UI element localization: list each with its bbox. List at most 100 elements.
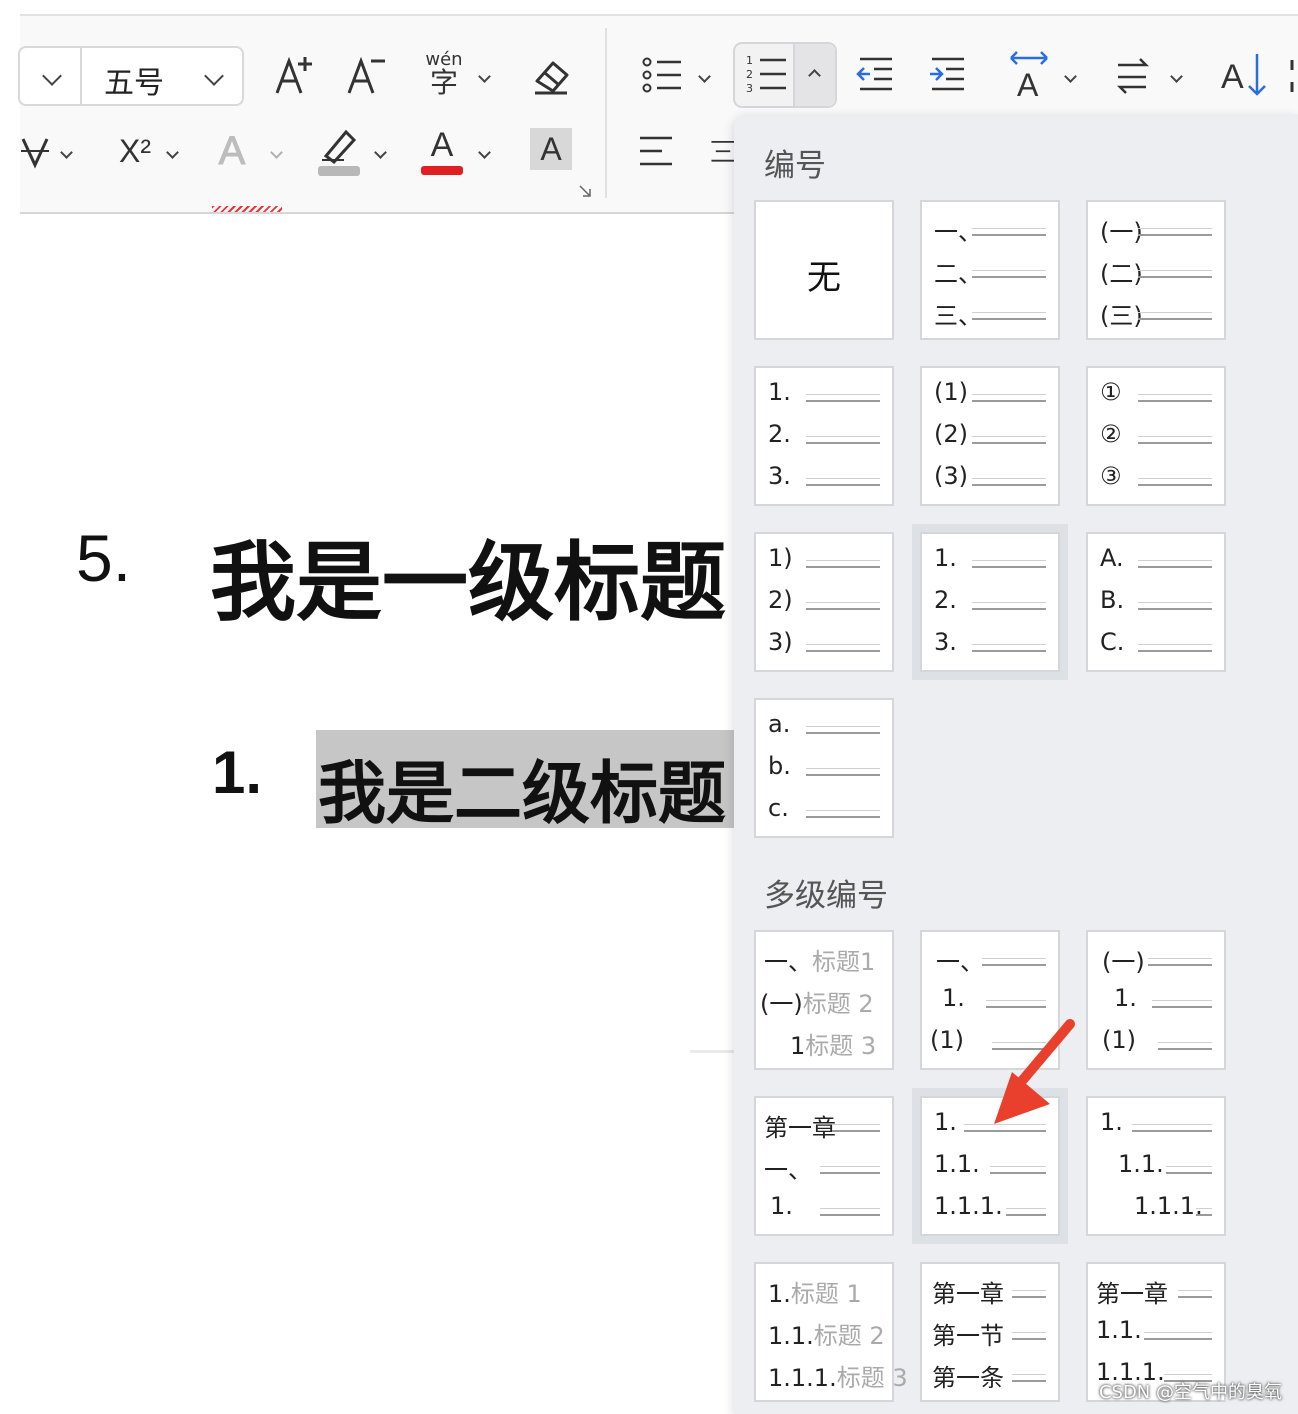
list-item: 第一章: [1088, 1274, 1224, 1314]
highlighter-chevron-down-icon[interactable]: [370, 142, 390, 162]
heading-style-name: 标题 3: [805, 1032, 877, 1060]
text-direction-icon[interactable]: [1112, 52, 1156, 98]
font-dialog-launcher-icon[interactable]: [578, 184, 592, 198]
list-item: ③: [1088, 462, 1224, 502]
superscript-icon[interactable]: X²: [108, 128, 162, 174]
numbering-option-card[interactable]: 1. 2. 3.: [754, 366, 894, 506]
multilevel-option-card[interactable]: 第一章一、 1.: [754, 1096, 894, 1236]
sort-letter: A: [1221, 58, 1244, 96]
list-item: ②: [1088, 420, 1224, 460]
bullet-list-icon[interactable]: [640, 50, 684, 100]
placeholder-line: [1138, 478, 1212, 486]
list-item: 1.: [756, 1192, 892, 1232]
font-grow-icon[interactable]: [270, 50, 320, 100]
eraser-icon[interactable]: [526, 50, 576, 100]
placeholder-line: [806, 478, 880, 486]
sort-icon[interactable]: A: [1218, 48, 1268, 102]
list-item: 1.1.: [922, 1150, 1058, 1190]
list-item: 1.1.标题 2: [756, 1316, 892, 1356]
placeholder-line: [1138, 270, 1212, 278]
list-item: 1.1.: [1088, 1150, 1224, 1190]
list-item: 3.: [922, 628, 1058, 668]
font-size-chevron-down-icon[interactable]: [202, 66, 226, 86]
font-name-chevron-down-icon[interactable]: [40, 66, 64, 86]
multilevel-option-card[interactable]: 1. 1.1. 1.1.1.: [1086, 1096, 1226, 1236]
list-item: (二): [1088, 254, 1224, 294]
font-color-icon[interactable]: A: [418, 122, 466, 180]
list-item: ①: [1088, 378, 1224, 418]
font-size-dropdown[interactable]: 五号: [18, 46, 244, 106]
numbering-level-label: 一、: [764, 1156, 812, 1184]
strikethrough-icon[interactable]: [20, 126, 50, 176]
more-icon[interactable]: [1286, 56, 1298, 96]
highlighter-icon[interactable]: [314, 124, 364, 180]
placeholder-line: [806, 436, 880, 444]
character-shading-icon[interactable]: A: [530, 128, 572, 170]
list-item: 3.: [756, 462, 892, 502]
placeholder-line: [806, 644, 880, 652]
multilevel-option-card[interactable]: (一) 1. (1): [1086, 930, 1226, 1070]
font-color-chevron-down-icon[interactable]: [474, 142, 494, 162]
character-spacing-chevron-down-icon[interactable]: [1060, 66, 1080, 86]
numbering-level-label: 1标题 3: [790, 1032, 877, 1060]
numbering-level-label: 1.1.: [1118, 1150, 1164, 1178]
multilevel-option-card[interactable]: 一、标题1 (一)标题 2 1标题 3: [754, 930, 894, 1070]
numbering-option-card[interactable]: (一) (二) (三): [1086, 200, 1226, 340]
list-item: (2): [922, 420, 1058, 460]
phonetic-guide-icon[interactable]: wén 字: [416, 46, 472, 102]
bullet-list-chevron-down-icon[interactable]: [694, 66, 714, 86]
decrease-indent-icon[interactable]: [854, 52, 898, 98]
placeholder-line: [1178, 1290, 1212, 1298]
text-effect-icon[interactable]: A: [210, 126, 254, 176]
numbering-option-card[interactable]: A. B. C.: [1086, 532, 1226, 672]
numbering-level-label: (2): [934, 420, 968, 448]
list-item: 三、: [922, 296, 1058, 336]
numbering-level-label: 3.: [768, 462, 791, 490]
numbering-option-card[interactable]: ① ② ③: [1086, 366, 1226, 506]
font-size-value: 五号: [104, 66, 164, 101]
numbering-level-label: 第一章: [1096, 1280, 1168, 1308]
numbering-option-card[interactable]: 一、 二、 三、: [920, 200, 1060, 340]
placeholder-line: [806, 810, 880, 818]
increase-indent-icon[interactable]: [926, 52, 970, 98]
placeholder-line: [964, 1124, 1046, 1132]
numbering-option-card[interactable]: 1. 2. 3.: [912, 524, 1068, 680]
align-left-icon[interactable]: [636, 132, 676, 172]
multilevel-option-card[interactable]: 第一章 第一节 第一条: [920, 1262, 1060, 1402]
heading2-text[interactable]: 我是二级标题: [318, 738, 726, 837]
numbered-list-dropdown-toggle[interactable]: [793, 44, 835, 106]
character-spacing-letter: A: [1017, 67, 1039, 100]
numbering-option-card[interactable]: a. b. c.: [754, 698, 894, 838]
svg-text:2: 2: [746, 68, 753, 81]
placeholder-line: [806, 726, 880, 734]
strikethrough-chevron-down-icon[interactable]: [56, 142, 76, 162]
numbering-option-card[interactable]: (1) (2) (3): [920, 366, 1060, 506]
numbered-list-button[interactable]: 123: [733, 42, 837, 108]
placeholder-line: [1006, 1208, 1046, 1216]
heading2-number: 1.: [212, 739, 263, 806]
placeholder-line: [1138, 312, 1212, 320]
font-color-letter: A: [430, 125, 454, 164]
list-item: a.: [756, 710, 892, 750]
phonetic-chevron-down-icon[interactable]: [474, 66, 494, 86]
list-item: 第一条: [922, 1358, 1058, 1398]
text-direction-chevron-down-icon[interactable]: [1166, 66, 1186, 86]
font-shrink-icon[interactable]: [342, 50, 392, 100]
list-item: 第一节: [922, 1316, 1058, 1356]
numbering-level-label: A.: [1100, 544, 1124, 572]
multilevel-option-card[interactable]: 一、 1. (1): [920, 930, 1060, 1070]
numbering-level-label: 二、: [934, 260, 982, 288]
numbering-option-card[interactable]: 1) 2) 3): [754, 532, 894, 672]
character-spacing-icon[interactable]: A: [1004, 46, 1054, 102]
superscript-chevron-down-icon[interactable]: [162, 142, 182, 162]
multilevel-option-card[interactable]: 1. 1.1. 1.1.1.: [912, 1088, 1068, 1244]
multilevel-option-card[interactable]: 1.标题 1 1.1.标题 2 1.1.1.标题 3: [754, 1262, 908, 1402]
align-center-icon[interactable]: [710, 132, 736, 172]
placeholder-line: [806, 394, 880, 402]
heading1-text[interactable]: 我是一级标题: [210, 512, 726, 637]
chevron-up-icon: [807, 68, 821, 82]
numbering-level-label: 1.1.1.: [1134, 1192, 1203, 1220]
numbering-option-none[interactable]: 无: [754, 200, 894, 340]
list-item: 第一章: [756, 1108, 892, 1148]
text-effect-chevron-down-icon[interactable]: [266, 142, 286, 162]
